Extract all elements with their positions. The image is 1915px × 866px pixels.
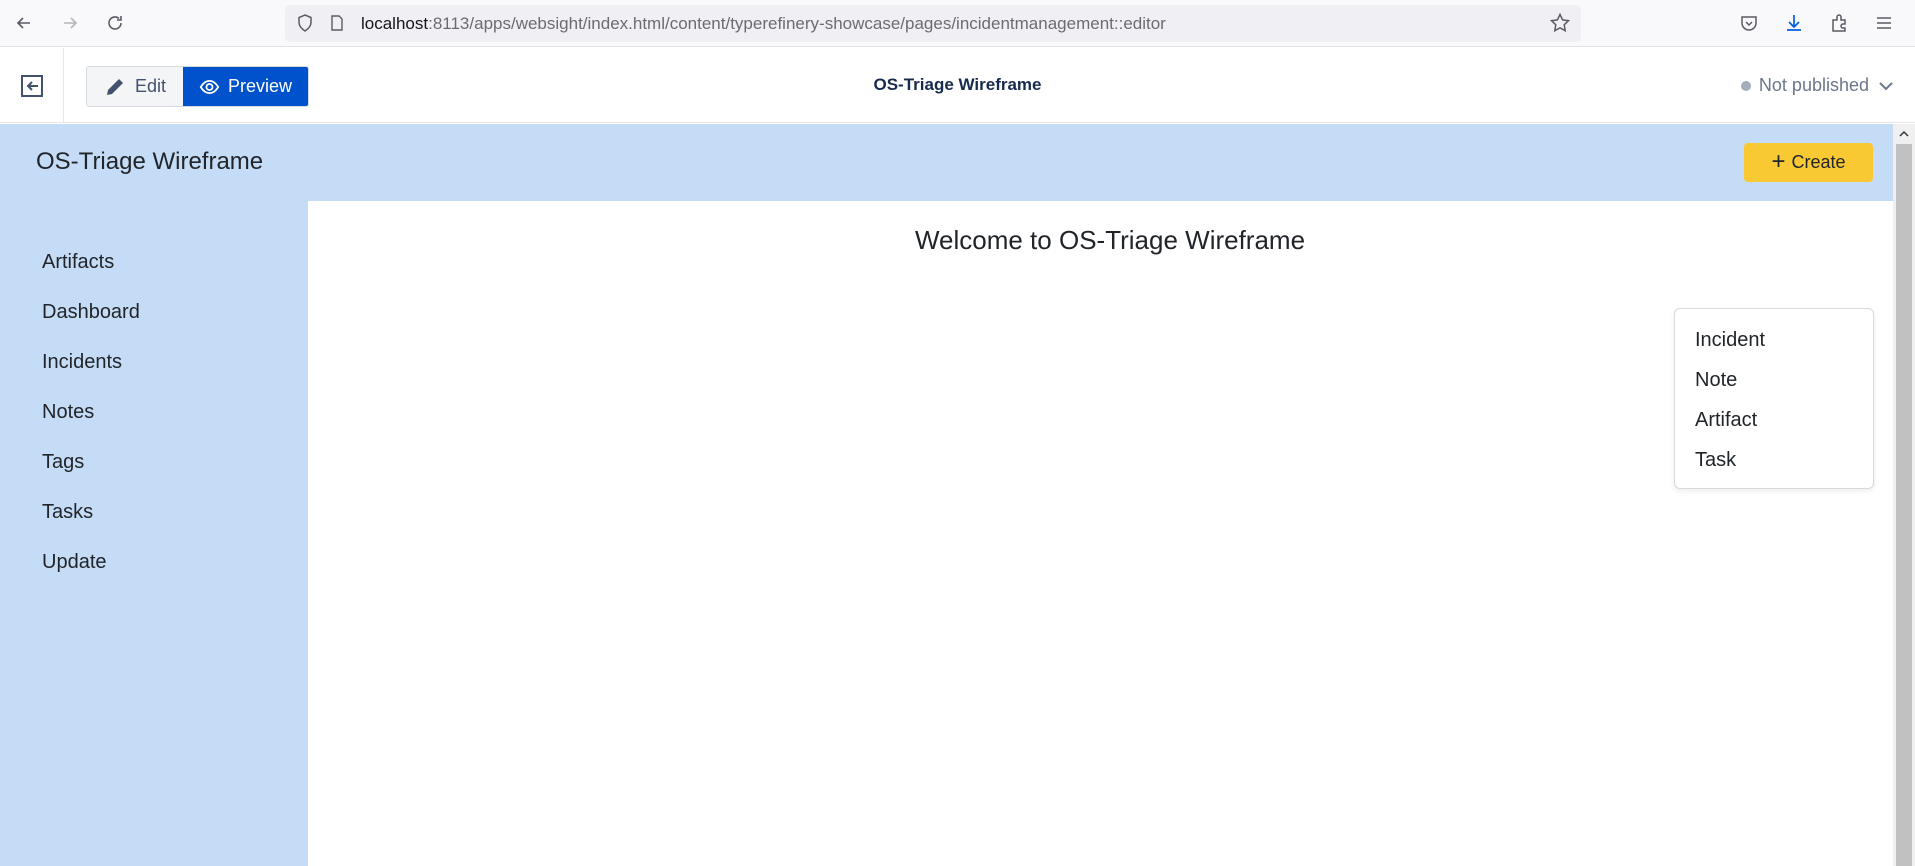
edit-mode-button[interactable]: Edit — [87, 67, 183, 106]
sidebar-item-tags[interactable]: Tags — [42, 451, 84, 474]
app-preview: OS-Triage Wireframe + Create Artifacts D… — [0, 124, 1893, 866]
vertical-scrollbar[interactable] — [1893, 124, 1915, 866]
exit-icon — [20, 74, 43, 97]
menu-item-artifact[interactable]: Artifact — [1695, 409, 1757, 432]
sidebar-item-dashboard[interactable]: Dashboard — [42, 301, 140, 324]
sidebar-item-tasks[interactable]: Tasks — [42, 501, 93, 524]
chevron-down-icon — [1879, 81, 1893, 90]
editor-toolbar: Edit Preview OS-Triage Wireframe Not pub… — [0, 48, 1915, 123]
exit-editor-button[interactable] — [0, 48, 64, 123]
extensions-icon[interactable] — [1825, 9, 1853, 37]
mode-switch: Edit Preview — [86, 66, 309, 107]
page-icon — [331, 15, 343, 31]
preview-mode-button[interactable]: Preview — [183, 67, 308, 106]
sidebar-item-incidents[interactable]: Incidents — [42, 351, 122, 374]
shield-icon[interactable] — [295, 13, 315, 33]
publish-status-dropdown[interactable]: Not published — [1740, 75, 1895, 96]
pencil-icon — [107, 78, 123, 95]
welcome-heading: Welcome to OS-Triage Wireframe — [914, 225, 1306, 255]
create-button[interactable]: + Create — [1744, 143, 1873, 182]
publish-status-label: Not published — [1758, 75, 1869, 95]
create-dropdown-menu: Incident Note Artifact Task — [1674, 308, 1874, 489]
app-title: OS-Triage Wireframe — [36, 148, 264, 175]
scroll-up-arrow-icon[interactable] — [1893, 124, 1915, 144]
reload-icon[interactable] — [101, 9, 129, 37]
download-icon[interactable] — [1780, 9, 1808, 37]
menu-item-note[interactable]: Note — [1695, 369, 1737, 392]
menu-item-task[interactable]: Task — [1695, 449, 1736, 472]
edit-mode-label: Edit — [135, 76, 167, 96]
sidebar-item-update[interactable]: Update — [42, 551, 107, 574]
create-button-label: Create — [1791, 152, 1846, 172]
status-dot-icon — [1740, 80, 1751, 91]
forward-icon[interactable] — [56, 9, 84, 37]
pocket-icon[interactable] — [1735, 9, 1763, 37]
main-content: Welcome to OS-Triage Wireframe — [308, 201, 1893, 866]
preview-mode-label: Preview — [227, 76, 292, 96]
sidebar: Artifacts Dashboard Incidents Notes Tags… — [0, 201, 308, 866]
app-header: OS-Triage Wireframe + Create — [0, 124, 1893, 201]
sidebar-item-artifacts[interactable]: Artifacts — [42, 251, 114, 274]
url-bar[interactable]: localhost:8113/apps/websight/index.html/… — [285, 5, 1581, 42]
bookmark-star-icon[interactable] — [1549, 12, 1571, 34]
back-icon[interactable] — [10, 9, 38, 37]
url-text[interactable]: localhost:8113/apps/websight/index.html/… — [361, 14, 1166, 34]
browser-toolbar: localhost:8113/apps/websight/index.html/… — [0, 0, 1915, 47]
menu-icon[interactable] — [1870, 9, 1898, 37]
sidebar-item-notes[interactable]: Notes — [42, 401, 94, 424]
plus-icon: + — [1771, 147, 1786, 175]
menu-item-incident[interactable]: Incident — [1695, 329, 1765, 352]
eye-icon — [199, 79, 220, 94]
scrollbar-thumb[interactable] — [1896, 144, 1912, 866]
